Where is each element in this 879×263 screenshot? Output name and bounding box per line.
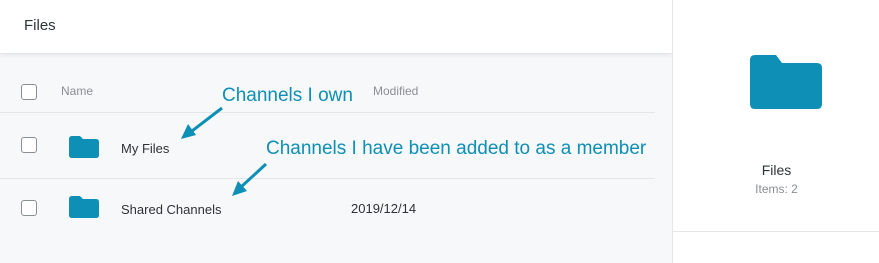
annotation-channels-member: Channels I have been added to as a membe…: [266, 138, 647, 159]
file-browser: Files Name Modified My Files Shared Chan…: [0, 0, 879, 263]
modified-column-header[interactable]: Modified: [373, 84, 433, 98]
folder-icon: [750, 55, 822, 109]
table-row[interactable]: Shared Channels 2019/12/14: [0, 179, 672, 239]
page-title: Files: [24, 17, 56, 34]
file-name[interactable]: Shared Channels: [121, 202, 221, 217]
folder-icon: [69, 196, 99, 218]
details-title: Files: [761, 162, 792, 178]
page-header: Files: [0, 0, 672, 54]
file-modified-date: 2019/12/14: [351, 201, 417, 216]
folder-icon: [69, 136, 99, 158]
details-divider: [673, 231, 879, 232]
details-panel: Files Items: 2: [672, 0, 879, 263]
name-column-header[interactable]: Name: [61, 84, 93, 98]
row-checkbox[interactable]: [21, 137, 37, 153]
file-list-panel: Files Name Modified My Files Shared Chan…: [0, 0, 672, 263]
details-item-count: Items: 2: [755, 182, 798, 196]
row-checkbox[interactable]: [21, 200, 37, 216]
file-name[interactable]: My Files: [121, 141, 169, 156]
select-all-checkbox[interactable]: [21, 84, 37, 100]
annotation-channels-own: Channels I own: [222, 85, 359, 107]
